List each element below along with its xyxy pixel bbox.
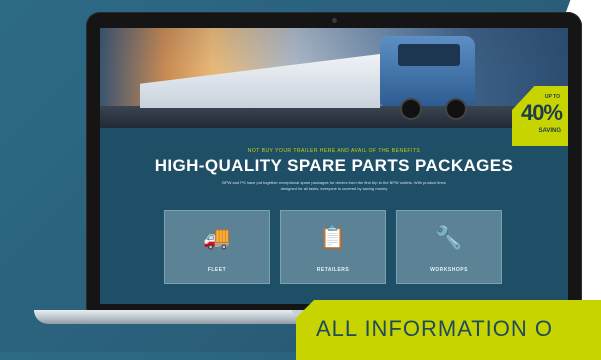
retailer-icon: 📋 bbox=[319, 225, 347, 250]
page-title: HIGH-QUALITY SPARE PARTS PACKAGES bbox=[154, 156, 514, 175]
trailer bbox=[140, 54, 380, 108]
camera-icon bbox=[332, 18, 337, 23]
badge-bottom: SAVING bbox=[538, 128, 561, 134]
card-label: FLEET bbox=[207, 267, 227, 273]
info-banner-text: ALL INFORMATION O bbox=[316, 316, 554, 341]
laptop-screen: UP TO 40% SAVING NOT BUY YOUR TRAILER HE… bbox=[100, 28, 568, 304]
kicker-text: NOT BUY YOUR TRAILER HERE AND AVAIL OF T… bbox=[247, 148, 421, 154]
hero-image bbox=[100, 28, 568, 128]
card-label: RETAILERS bbox=[316, 267, 350, 273]
card-workshops[interactable]: 🔧 WORKSHOPS bbox=[396, 210, 502, 284]
wrench-icon: 🔧 bbox=[435, 225, 463, 250]
info-banner: ALL INFORMATION O bbox=[296, 300, 601, 360]
wheel-icon bbox=[445, 98, 467, 120]
road bbox=[100, 106, 568, 128]
truck-icon: 🚚 bbox=[203, 225, 231, 250]
laptop: UP TO 40% SAVING NOT BUY YOUR TRAILER HE… bbox=[86, 12, 582, 312]
card-fleet[interactable]: 🚚 FLEET bbox=[164, 210, 270, 284]
truck-window bbox=[398, 44, 460, 66]
intro-text: BPW and PS have put together exceptional… bbox=[222, 180, 446, 191]
badge-value: 40% bbox=[520, 100, 563, 125]
wheel-icon bbox=[400, 98, 422, 120]
card-retailers[interactable]: 📋 RETAILERS bbox=[280, 210, 386, 284]
card-label: WORKSHOPS bbox=[430, 267, 468, 273]
